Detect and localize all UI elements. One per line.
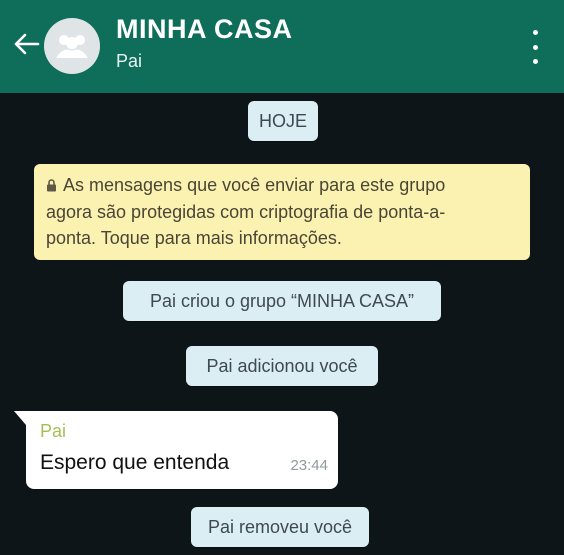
- date-divider: HOJE: [248, 101, 318, 141]
- bubble-tail: [14, 411, 26, 425]
- encryption-notice[interactable]: As mensagens que você enviar para este g…: [34, 164, 530, 260]
- chat-title[interactable]: MINHA CASA: [116, 14, 293, 45]
- chat-subtitle[interactable]: Pai: [116, 51, 142, 72]
- message-text: Espero que entenda: [40, 451, 230, 474]
- arrow-left-icon[interactable]: [10, 27, 44, 61]
- message-sender[interactable]: Pai: [40, 421, 66, 442]
- message-timestamp: 23:44: [290, 457, 328, 474]
- more-vertical-icon[interactable]: [526, 30, 544, 64]
- incoming-message-bubble[interactable]: Pai Espero que entenda 23:44: [14, 411, 338, 489]
- chat-header: MINHA CASA Pai: [0, 0, 564, 93]
- encryption-notice-line: As mensagens que você enviar para este g…: [63, 175, 446, 195]
- system-message-removed: Pai removeu você: [191, 507, 369, 547]
- system-message-added: Pai adicionou você: [186, 346, 378, 386]
- encryption-notice-line: ponta. Toque para mais informações.: [46, 228, 342, 248]
- whatsapp-group-chat: MINHA CASA Pai HOJE As mensagens que voc…: [0, 0, 564, 555]
- message-list: HOJE As mensagens que você enviar para e…: [0, 93, 564, 555]
- group-avatar-icon[interactable]: [44, 18, 100, 74]
- lock-icon: [46, 173, 57, 199]
- system-message-group-created: Pai criou o grupo “MINHA CASA”: [123, 281, 441, 321]
- encryption-notice-line: agora são protegidas com criptografia de…: [46, 202, 446, 222]
